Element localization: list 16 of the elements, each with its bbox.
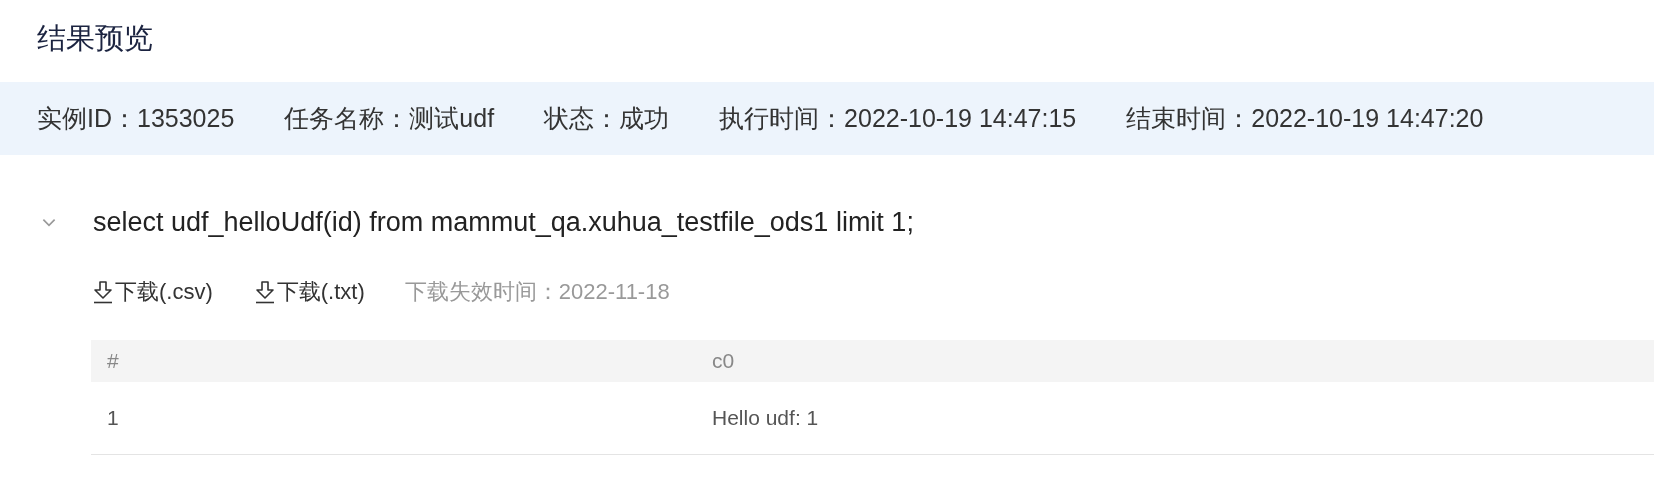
- download-button[interactable]: 下载(.csv): [91, 277, 213, 307]
- page-title: 结果预览: [36, 21, 154, 56]
- info-text: 结束时间：2022-10-19 14:47:20: [1126, 103, 1484, 134]
- column-header: c0: [711, 349, 735, 373]
- column-header: #: [106, 349, 120, 373]
- table-cell-text: Hello udf: 1: [711, 406, 819, 430]
- info-text: 状态：成功: [544, 103, 670, 134]
- table-cell-text: 1: [106, 406, 120, 430]
- info-text: 实例ID：1353025: [37, 103, 235, 134]
- info-text: 任务名称：测试udf: [284, 103, 495, 134]
- expiry-text: 下载失效时间：2022-11-18: [404, 278, 670, 306]
- download-icon: [91, 280, 115, 304]
- query-text: select udf_helloUdf(id) from mammut_qa.xuhua_testfile_ods1 limit 1;: [93, 207, 914, 238]
- download-button[interactable]: 下载(.txt): [252, 277, 365, 307]
- chevron-icon[interactable]: [42, 218, 56, 227]
- info-text: 执行时间：2022-10-19 14:47:15: [719, 103, 1077, 134]
